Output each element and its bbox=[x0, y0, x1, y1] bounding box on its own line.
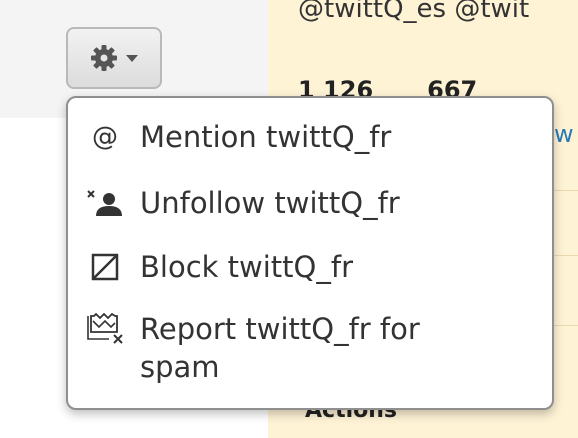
gear-icon bbox=[91, 45, 117, 71]
menu-item-label: Mention twittQ_fr bbox=[140, 120, 392, 154]
at-icon: @ bbox=[92, 122, 118, 152]
menu-item-label: Report twittQ_fr for spam bbox=[140, 312, 420, 384]
menu-item-unfollow[interactable]: Unfollow twittQ_fr bbox=[82, 184, 538, 222]
user-actions-dropdown-button[interactable] bbox=[66, 27, 162, 89]
report-spam-icon bbox=[82, 310, 128, 348]
menu-item-report-spam[interactable]: Report twittQ_fr for spam bbox=[82, 310, 538, 386]
menu-item-label: Unfollow twittQ_fr bbox=[140, 186, 400, 220]
menu-item-mention[interactable]: @ Mention twittQ_fr bbox=[82, 118, 538, 156]
menu-item-label: Block twittQ_fr bbox=[140, 250, 353, 284]
profile-link[interactable]: w bbox=[554, 120, 574, 148]
caret-down-icon bbox=[126, 55, 138, 62]
menu-item-block[interactable]: Block twittQ_fr bbox=[82, 248, 538, 286]
user-actions-menu: @ Mention twittQ_fr Unfollow twittQ_fr B… bbox=[66, 96, 554, 410]
block-icon bbox=[82, 248, 128, 286]
unfollow-user-icon bbox=[82, 184, 128, 222]
profile-handles: @twittQ_es @twit bbox=[298, 0, 530, 24]
